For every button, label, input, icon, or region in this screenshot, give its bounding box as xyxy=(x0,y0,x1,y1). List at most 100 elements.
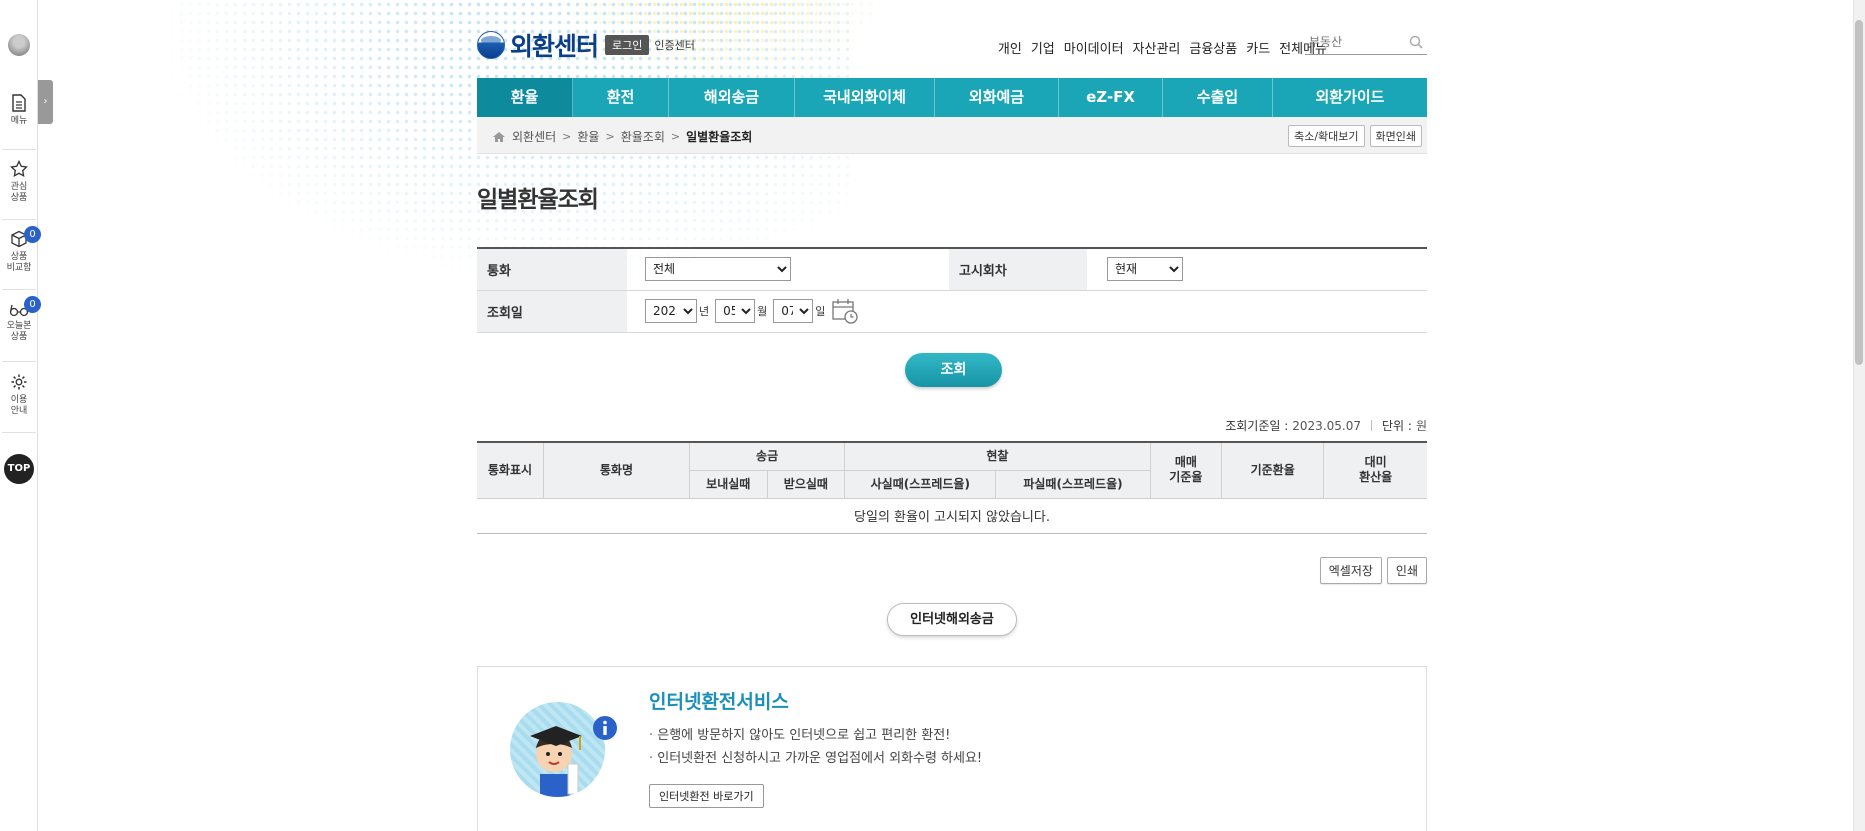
quick-compare-label: 상품 비교함 xyxy=(6,252,32,273)
col-cash: 현찰 xyxy=(844,442,1151,471)
result-meta: 조회기준일 : 2023.05.07 단위 : 원 xyxy=(1225,417,1427,434)
col-usd-conversion: 대미 환산율 xyxy=(1323,442,1427,499)
gear-icon xyxy=(11,374,27,390)
top-link-card[interactable]: 카드 xyxy=(1246,38,1270,57)
top-link-asset[interactable]: 자산관리 xyxy=(1133,38,1181,57)
nav-fx-guide[interactable]: 외환가이드 xyxy=(1273,78,1427,117)
top-link-mydata[interactable]: 마이데이터 xyxy=(1064,38,1124,57)
top-link-personal[interactable]: 개인 xyxy=(998,38,1022,57)
graduate-character-icon xyxy=(530,726,582,797)
top-link-corporate[interactable]: 기업 xyxy=(1031,38,1055,57)
divider xyxy=(2,361,36,362)
home-icon[interactable] xyxy=(492,131,506,143)
top-utility-links: 개인 기업 마이데이터 자산관리 금융상품 카드 전체메뉴 xyxy=(998,38,1327,57)
scroll-top-button[interactable]: TOP xyxy=(4,454,34,484)
star-icon xyxy=(10,160,28,178)
internet-remittance-button[interactable]: 인터넷해외송금 xyxy=(887,603,1017,636)
col-trade-rate: 매매 기준율 xyxy=(1149,442,1223,499)
query-date-label: 조회일 xyxy=(477,290,627,333)
notice-round-label: 고시회차 xyxy=(949,248,1087,291)
breadcrumb: 외환센터 > 환율 > 환율조회 > 일별환율조회 xyxy=(492,128,752,145)
day-select[interactable]: 07 xyxy=(773,299,814,323)
col-cash-sell: 파실때(스프레드율) xyxy=(995,470,1151,499)
nav-domestic-transfer[interactable]: 국내외화이체 xyxy=(795,78,935,117)
month-select[interactable]: 05 xyxy=(715,299,756,323)
quick-menu-label: 메뉴 xyxy=(10,116,28,126)
quickbar-expand-button[interactable]: › xyxy=(38,80,53,124)
unit-value: 원 xyxy=(1415,419,1427,433)
col-currency-code: 통화표시 xyxy=(477,442,544,499)
top-search xyxy=(1305,31,1427,55)
search-form: 통화 전체 고시회차 현재 조회일 2023 년 05 월 07 일 xyxy=(477,247,1427,333)
page-title: 일별환율조회 xyxy=(477,187,599,213)
promo-illustration xyxy=(510,702,605,797)
col-remit-send: 보내실때 xyxy=(689,470,768,499)
nav-currency-exchange[interactable]: 환전 xyxy=(573,78,669,117)
chevron-right-icon: > xyxy=(562,130,572,143)
nav-import-export[interactable]: 수출입 xyxy=(1163,78,1273,117)
year-select[interactable]: 2023 xyxy=(645,299,697,323)
search-input[interactable] xyxy=(1305,31,1405,53)
divider xyxy=(2,219,36,220)
nav-overseas-remittance[interactable]: 해외송금 xyxy=(669,78,795,117)
currency-select[interactable]: 전체 xyxy=(645,257,791,282)
excel-save-button[interactable]: 엑셀저장 xyxy=(1319,557,1382,584)
chevron-right-icon: › xyxy=(43,96,48,107)
nav-ezfx[interactable]: eZ-FX xyxy=(1059,78,1163,117)
breadcrumb-tools: 축소/확대보기 화면인쇄 xyxy=(1288,125,1422,147)
unit-label: 단위 : xyxy=(1382,419,1412,433)
info-icon xyxy=(593,716,617,740)
breadcrumb-item[interactable]: 환율조회 xyxy=(621,128,665,145)
breadcrumb-item[interactable]: 외환센터 xyxy=(512,128,556,145)
quick-favorites-button[interactable]: 관심 상품 xyxy=(0,160,38,204)
month-unit: 월 xyxy=(757,305,768,318)
breadcrumb-current: 일별환율조회 xyxy=(686,130,753,144)
exchange-rate-table: 통화표시 통화명 송금 현찰 매매 기준율 기준환율 대미 환산율 보내실때 받… xyxy=(477,441,1427,534)
logo-mark-icon xyxy=(477,31,505,59)
print-button[interactable]: 인쇄 xyxy=(1386,557,1427,584)
quick-guide-label: 이용 안내 xyxy=(10,395,28,416)
site-logo[interactable]: 외환센터 로그인 인증센터 xyxy=(477,30,695,61)
year-unit: 년 xyxy=(699,305,710,318)
quick-recent-label: 오늘본 상품 xyxy=(6,321,32,342)
currency-label: 통화 xyxy=(477,248,627,291)
quick-guide-button[interactable]: 이용 안내 xyxy=(0,373,38,417)
chevron-right-icon: > xyxy=(670,130,681,143)
promo-title: 인터넷환전서비스 xyxy=(649,691,789,713)
breadcrumb-item[interactable]: 환율 xyxy=(577,128,599,145)
notice-round-select[interactable]: 현재 xyxy=(1107,257,1183,282)
search-icon[interactable] xyxy=(1409,35,1423,49)
col-remit: 송금 xyxy=(688,442,846,471)
recent-count-badge: 0 xyxy=(24,296,41,313)
page-scrollbar[interactable] xyxy=(1853,0,1865,831)
divider xyxy=(2,289,36,290)
breadcrumb-bar: 외환센터 > 환율 > 환율조회 > 일별환율조회 축소/확대보기 화면인쇄 xyxy=(477,117,1427,154)
quick-menu-button[interactable]: 메뉴 xyxy=(0,94,38,127)
col-remit-receive: 받으실때 xyxy=(766,470,846,499)
nav-fx-deposit[interactable]: 외화예금 xyxy=(935,78,1059,117)
col-currency-name: 통화명 xyxy=(542,442,690,499)
promo-description: 은행에 방문하지 않아도 인터넷으로 쉽고 편리한 환전! 인터넷환전 신청하시… xyxy=(649,724,982,770)
internet-exchange-shortcut-button[interactable]: 인터넷환전 바로가기 xyxy=(649,784,764,808)
cert-center-link[interactable]: 인증센터 xyxy=(654,37,694,53)
compare-count-badge: 0 xyxy=(24,226,41,243)
menu-doc-icon xyxy=(12,94,26,112)
promo-box: 인터넷환전서비스 은행에 방문하지 않아도 인터넷으로 쉽고 편리한 환전! 인… xyxy=(477,666,1427,831)
top-link-products[interactable]: 금융상품 xyxy=(1189,38,1237,57)
bank-logo-icon xyxy=(8,34,30,56)
col-cash-buy: 사실때(스프레드율) xyxy=(844,470,997,499)
empty-result-message: 당일의 환율이 고시되지 않았습니다. xyxy=(477,498,1427,534)
chevron-right-icon: > xyxy=(605,130,615,143)
print-screen-button[interactable]: 화면인쇄 xyxy=(1369,125,1422,147)
zoom-button[interactable]: 축소/확대보기 xyxy=(1288,125,1365,147)
date-picker-group: 2023 년 05 월 07 일 xyxy=(645,297,1427,325)
search-button[interactable]: 조회 xyxy=(905,353,1002,387)
divider xyxy=(2,432,36,433)
nav-exchange-rate[interactable]: 환율 xyxy=(477,78,573,117)
logo-text: 외환센터 xyxy=(510,32,599,61)
scrollbar-thumb[interactable] xyxy=(1855,20,1863,365)
main-navigation: 환율 환전 해외송금 국내외화이체 외화예금 eZ-FX 수출입 외환가이드 xyxy=(477,78,1427,117)
login-button[interactable]: 로그인 xyxy=(605,35,650,55)
calendar-icon[interactable] xyxy=(831,297,859,325)
promo-line: 은행에 방문하지 않아도 인터넷으로 쉽고 편리한 환전! xyxy=(649,724,982,747)
